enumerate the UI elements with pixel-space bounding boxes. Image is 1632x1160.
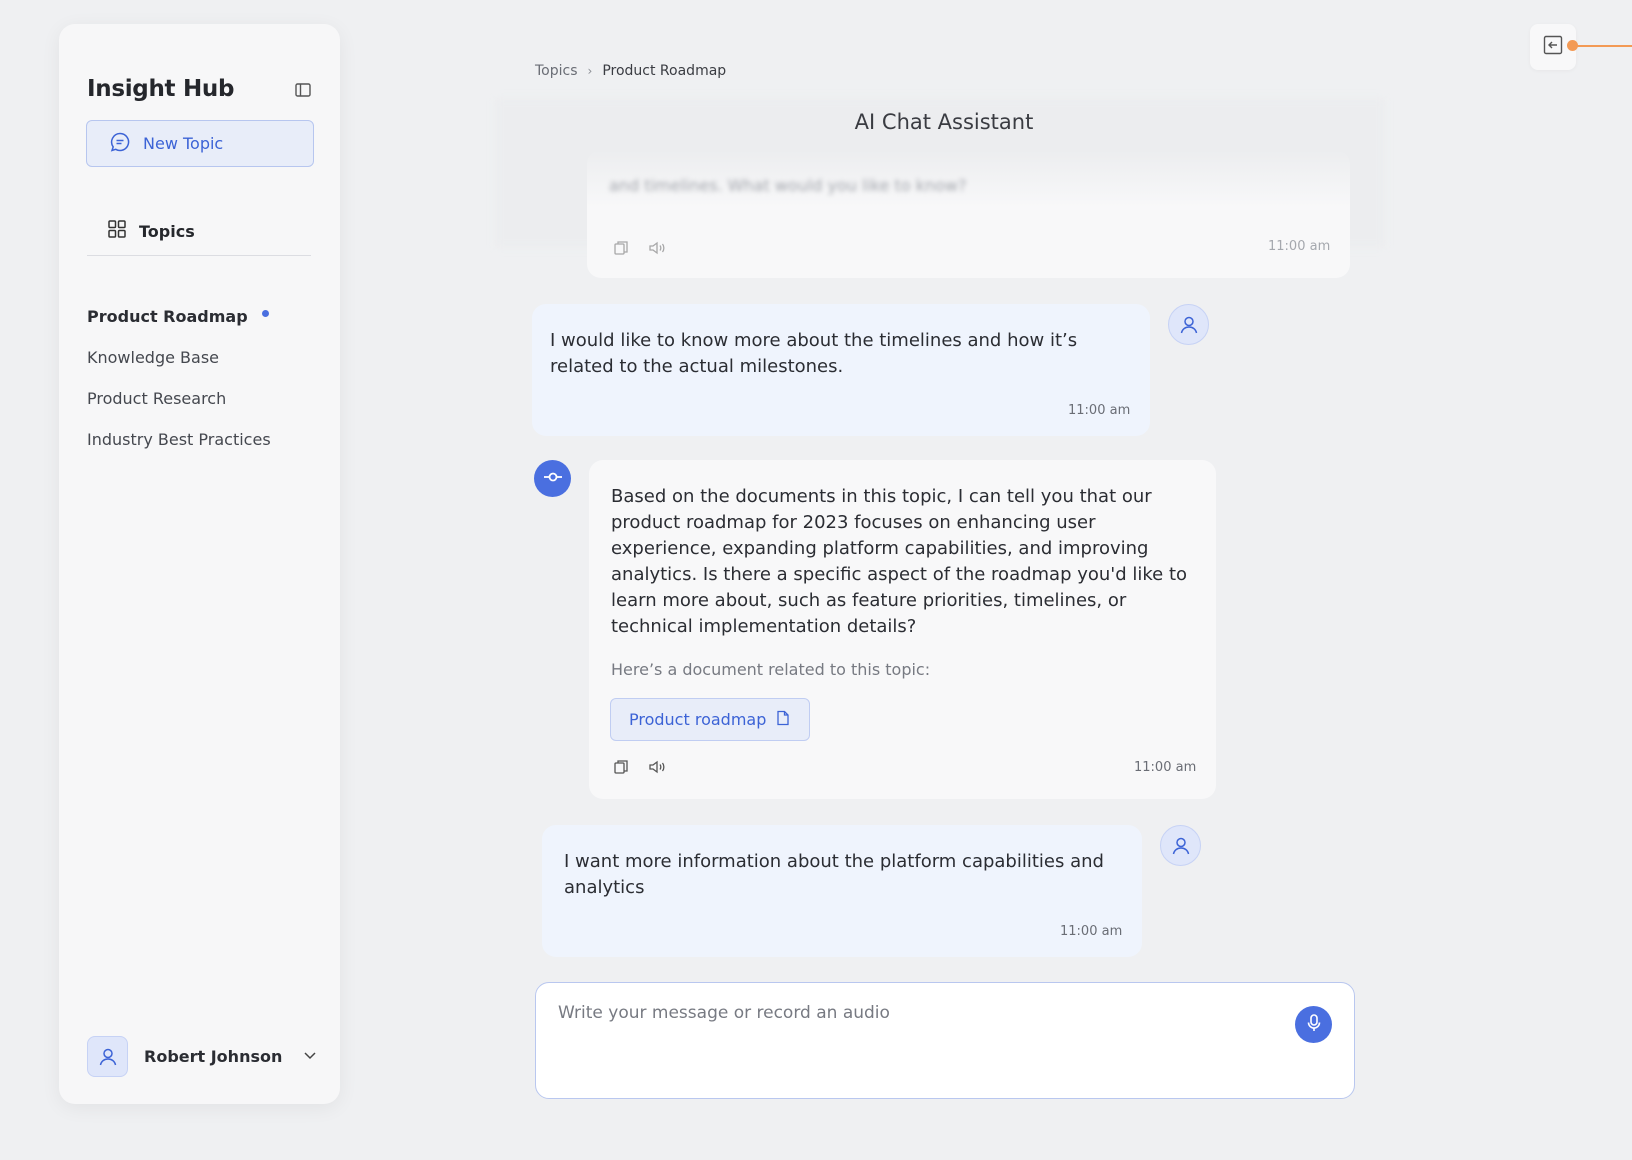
breadcrumb-topics-link[interactable]: Topics xyxy=(535,63,578,79)
avatar xyxy=(87,1036,128,1077)
copy-icon[interactable] xyxy=(611,238,631,258)
avatar xyxy=(1160,825,1201,866)
sidebar-divider xyxy=(87,255,311,256)
user-message-text: I would like to know more about the time… xyxy=(550,330,1078,377)
topic-label: Product Roadmap xyxy=(87,307,248,326)
document-note: Here’s a document related to this topic: xyxy=(611,660,931,679)
app-title: Insight Hub xyxy=(87,76,235,102)
connector-line xyxy=(1575,45,1632,47)
topic-label: Knowledge Base xyxy=(87,348,219,367)
topics-label: Topics xyxy=(139,221,195,241)
assistant-message-text: Based on the documents in this topic, I … xyxy=(611,486,1188,637)
previous-message-actions xyxy=(611,238,667,258)
active-indicator xyxy=(261,310,269,317)
message-time: 11:00 am xyxy=(1068,403,1131,418)
user-name: Robert Johnson xyxy=(144,1047,283,1066)
user-menu[interactable]: Robert Johnson xyxy=(87,1036,318,1077)
assistant-message-actions xyxy=(611,757,667,777)
topic-label: Industry Best Practices xyxy=(87,430,271,449)
new-topic-label: New Topic xyxy=(143,134,224,153)
document-icon xyxy=(776,710,790,730)
user-message-bubble: I want more information about the platfo… xyxy=(542,825,1142,957)
user-message-bubble: I would like to know more about the time… xyxy=(532,304,1150,436)
page-title-text: AI Chat Assistant xyxy=(854,110,1034,134)
grid-icon xyxy=(107,219,127,243)
sidebar-collapse-icon[interactable] xyxy=(293,80,313,100)
sidebar-item-knowledge-base[interactable]: Knowledge Base xyxy=(87,337,271,378)
sidebar-item-industry-best-practices[interactable]: Industry Best Practices xyxy=(87,419,271,460)
chat-bubble-icon xyxy=(109,131,131,157)
document-link-label: Product roadmap xyxy=(629,710,767,729)
breadcrumb-current: Product Roadmap xyxy=(602,63,727,79)
message-time: 11:00 am xyxy=(1134,760,1197,775)
bot-icon xyxy=(542,466,564,492)
record-audio-button[interactable] xyxy=(1295,1006,1332,1043)
previous-message-text: and timelines. What would you like to kn… xyxy=(609,176,967,195)
avatar xyxy=(1168,304,1209,345)
speaker-icon[interactable] xyxy=(647,238,667,258)
topic-list: Product Roadmap Knowledge Base Product R… xyxy=(87,296,271,460)
arrow-left-box-icon xyxy=(1542,34,1564,60)
topic-label: Product Research xyxy=(87,389,227,408)
copy-icon[interactable] xyxy=(611,757,631,777)
chevron-right-icon: › xyxy=(587,64,593,78)
document-link-button[interactable]: Product roadmap xyxy=(610,698,810,741)
microphone-icon xyxy=(1305,1013,1323,1037)
chevron-down-icon xyxy=(302,1047,318,1067)
speaker-icon[interactable] xyxy=(647,757,667,777)
sidebar-item-product-research[interactable]: Product Research xyxy=(87,378,271,419)
breadcrumb: Topics › Product Roadmap xyxy=(535,63,726,79)
previous-message-bubble xyxy=(587,150,1350,278)
page-title: AI Chat Assistant xyxy=(0,110,1632,134)
user-message-text: I want more information about the platfo… xyxy=(564,851,1104,898)
message-input[interactable] xyxy=(558,1003,1258,1023)
sidebar-item-product-roadmap[interactable]: Product Roadmap xyxy=(87,296,271,337)
sidebar-item-topics[interactable]: Topics xyxy=(107,219,195,243)
previous-message-time: 11:00 am xyxy=(1268,239,1331,254)
message-time: 11:00 am xyxy=(1060,924,1123,939)
message-composer xyxy=(535,982,1355,1099)
assistant-avatar xyxy=(534,460,571,497)
sidebar: Insight Hub New Topic Topics Product Roa… xyxy=(59,24,340,1104)
assistant-message-bubble: Based on the documents in this topic, I … xyxy=(589,460,1216,799)
